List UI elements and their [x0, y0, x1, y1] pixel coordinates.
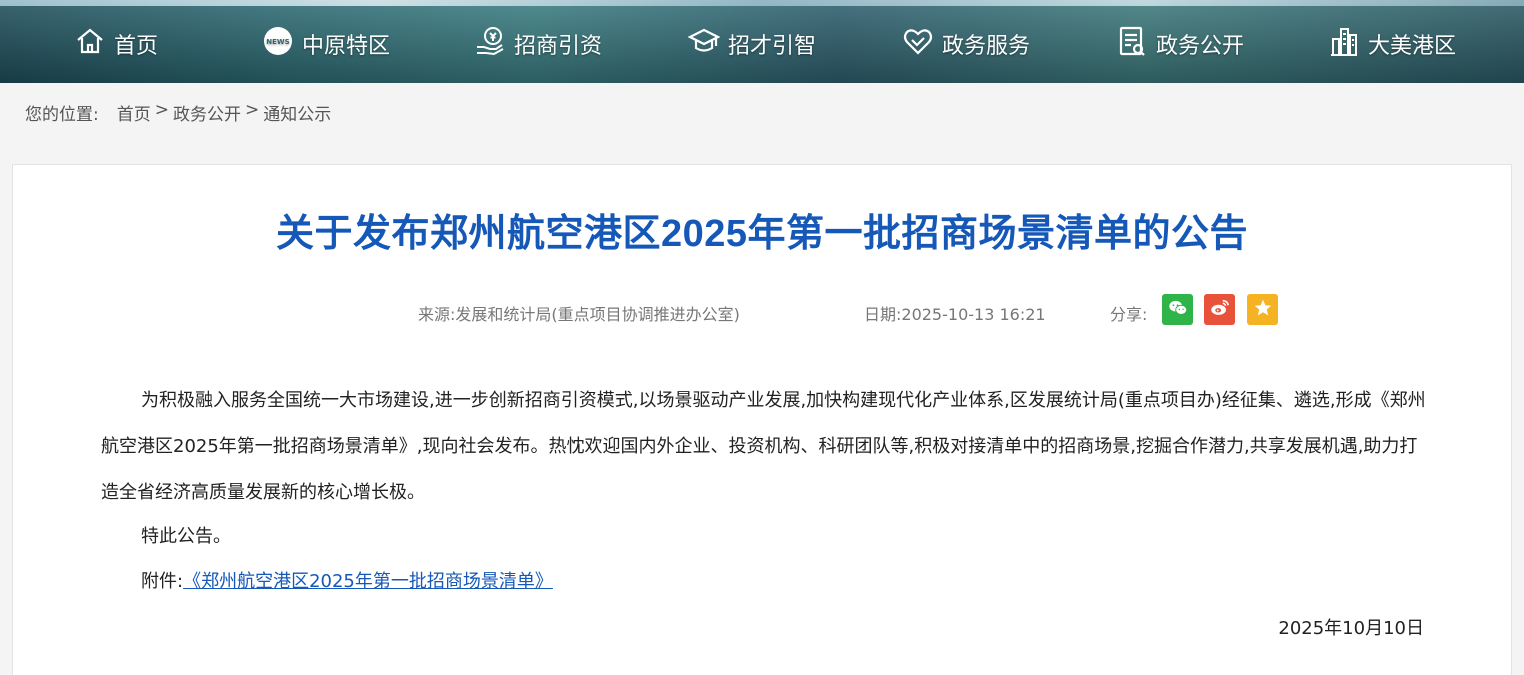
share-label: 分享:	[1110, 305, 1148, 324]
nav-item-home[interactable]: 首页	[74, 24, 158, 64]
nav-label: 招才引智	[728, 34, 817, 59]
nav-item-gov-open[interactable]: 政务公开	[1116, 24, 1244, 64]
nav-item-talent[interactable]: 招才引智	[687, 24, 817, 64]
article-paragraph: 为积极融入服务全国统一大市场建设,进一步创新招商引资模式,以场景驱动产业发展,加…	[101, 390, 1426, 503]
nav-label: 中原特区	[302, 34, 391, 59]
buildings-icon	[1328, 25, 1360, 63]
heart-hands-icon	[902, 25, 934, 63]
breadcrumb-link-notices[interactable]: 通知公示	[263, 100, 331, 125]
attachment-link[interactable]: 《郑州航空港区2025年第一批招商场景清单》	[183, 571, 553, 592]
document-icon	[1116, 25, 1148, 63]
breadcrumb-separator: >	[154, 100, 169, 120]
attachment-label: 附件:	[141, 571, 184, 592]
nav-label: 招商引资	[514, 34, 603, 59]
article-date: 日期:2025-10-13 16:21	[864, 305, 1046, 324]
nav-item-gov-service[interactable]: 政务服务	[902, 24, 1030, 64]
nav-label: 首页	[114, 34, 159, 59]
breadcrumb-link-home[interactable]: 首页	[117, 100, 151, 125]
star-icon	[1252, 297, 1274, 323]
nav-label: 政务公开	[1156, 34, 1245, 59]
weibo-icon	[1209, 297, 1231, 323]
graduation-cap-icon	[687, 25, 721, 63]
share-weibo-button[interactable]	[1204, 294, 1235, 325]
nav-label: 政务服务	[942, 34, 1031, 59]
main-nav: 首页 NEWS 中原特区 招商引资 招才引智 政务服务 政务公开 大美港区	[0, 0, 1524, 83]
breadcrumb-separator: >	[244, 100, 260, 120]
home-icon	[74, 25, 106, 63]
breadcrumb: 您的位置: 首页 > 政务公开 > 通知公示	[0, 83, 1524, 139]
article-paragraph: 特此公告。	[141, 526, 231, 547]
nav-item-beautiful-port[interactable]: 大美港区	[1328, 24, 1456, 64]
article-source: 来源:发展和统计局(重点项目协调推进办公室)	[418, 305, 740, 324]
share-favorite-button[interactable]	[1247, 294, 1278, 325]
nav-item-investment[interactable]: 招商引资	[474, 24, 602, 64]
article-title: 关于发布郑州航空港区2025年第一批招商场景清单的公告	[275, 213, 1249, 255]
breadcrumb-prefix: 您的位置:	[25, 105, 99, 125]
wechat-icon	[1167, 297, 1189, 323]
nav-label: 大美港区	[1368, 34, 1457, 59]
signature-date: 2025年10月10日	[1278, 618, 1424, 639]
svg-text:NEWS: NEWS	[266, 38, 289, 46]
article-panel: 关于发布郑州航空港区2025年第一批招商场景清单的公告 来源:发展和统计局(重点…	[12, 164, 1512, 675]
yuan-hand-icon	[474, 25, 506, 63]
attachment-line: 附件:《郑州航空港区2025年第一批招商场景清单》	[101, 559, 1431, 605]
share-wechat-button[interactable]	[1162, 294, 1193, 325]
nav-item-special-zone[interactable]: NEWS 中原特区	[262, 24, 390, 64]
news-globe-icon: NEWS	[262, 25, 294, 63]
breadcrumb-link-gov-open[interactable]: 政务公开	[173, 100, 241, 125]
